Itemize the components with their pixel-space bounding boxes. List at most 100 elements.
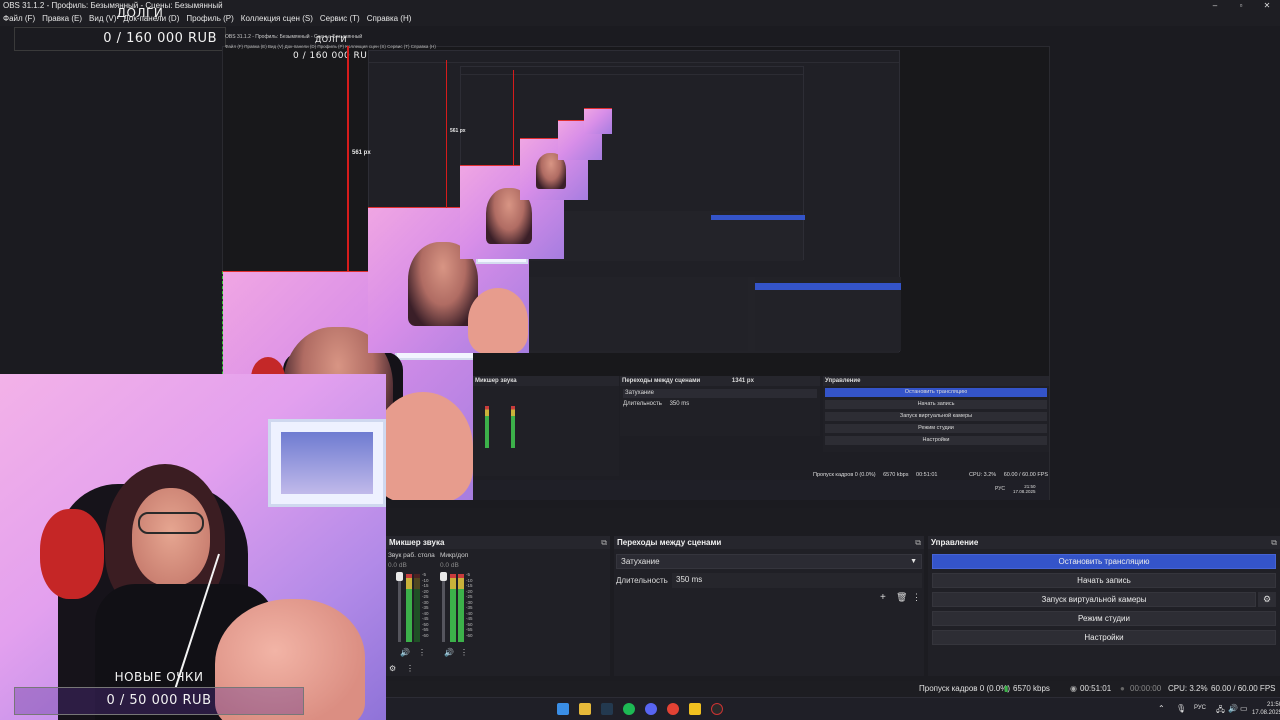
undock-icon[interactable]: ⧉ (915, 536, 921, 549)
menu-tools[interactable]: Сервис (T) (320, 12, 360, 26)
volume-icon[interactable]: 🔊 (1228, 704, 1238, 713)
dropped-frames: Пропуск кадров 0 (0.0%) (919, 684, 1011, 693)
nested-status: Пропуск кадров 0 (0.0%) 6570 kbps 00:51:… (813, 472, 1049, 478)
status-bar: Пропуск кадров 0 (0.0%) ▮ 6570 kbps ◉ 00… (386, 681, 1280, 697)
goal-widget-top: ДОЛГИ (14, 6, 226, 20)
start-record-button[interactable]: Начать запись (932, 573, 1276, 588)
nested-btn-record: Начать запись (825, 400, 1047, 409)
add-icon[interactable]: + (880, 592, 886, 603)
channel-menu-icon[interactable]: ⋮ (460, 648, 468, 657)
microphone-icon[interactable]: 🎙 (1176, 704, 1186, 713)
webcam-source[interactable] (0, 374, 386, 720)
menu-help[interactable]: Справка (H) (367, 12, 412, 26)
plush-toy (40, 509, 104, 599)
chevron-down-icon: ▼ (910, 558, 917, 565)
speaker-icon[interactable]: 🔊 (444, 648, 454, 657)
close-button[interactable]: ✕ (1254, 0, 1280, 12)
volume-fader[interactable] (442, 574, 445, 642)
fps: 60.00 / 60.00 FPS (1211, 684, 1276, 693)
nested-btn-stop: Остановить трансляцию (825, 388, 1047, 397)
undock-icon[interactable]: ⧉ (1271, 536, 1277, 549)
duration-row: Длительность 350 ms (616, 573, 922, 588)
channel-db: 0.0 dB (440, 562, 459, 569)
virtual-camera-button[interactable]: Запуск виртуальной камеры (932, 592, 1256, 607)
nested-fade: Затухание (623, 389, 817, 398)
nested-dock: Микшер звука Переходы между сценами 1341… (473, 376, 1049, 500)
nested-duration: 350 ms (669, 401, 690, 407)
nested-mixer-title: Микшер звука (473, 376, 619, 386)
nested-btn-settings: Настройки (825, 436, 1047, 445)
window-controls: – ▫ ✕ (1202, 0, 1280, 12)
virtual-camera-settings-icon[interactable]: ⚙ (1258, 592, 1276, 607)
docks-area: Микшер звука ⧉ Звук раб. стола 0.0 dB -5… (386, 508, 1280, 681)
goal-bar-bottom: 0 / 50 000 RUB (14, 687, 304, 715)
mixer-dock: Микшер звука ⧉ Звук раб. стола 0.0 dB -5… (386, 536, 610, 676)
mixer-settings-icon[interactable]: ⚙ (389, 664, 396, 673)
controls-header: Управление ⧉ (928, 536, 1280, 549)
audio-meter-right (414, 574, 420, 642)
goal-title: НОВЫЕ ОЧКИ (114, 670, 204, 684)
stream-icon: ◉ (1070, 684, 1077, 693)
network-icon[interactable]: 🖧 (1216, 704, 1225, 718)
spotify-icon[interactable] (623, 703, 635, 715)
channel-name: Микр/доп (440, 552, 469, 559)
minimize-button[interactable]: – (1202, 0, 1228, 12)
nested-webcam-6 (584, 108, 612, 134)
duration-input[interactable]: 350 ms (672, 573, 922, 588)
volume-fader[interactable] (398, 574, 401, 642)
nested-size-label: 1341 px (731, 378, 754, 384)
nested-btn-vcam: Запуск виртуальной камеры (825, 412, 1047, 421)
record-icon: ● (1120, 684, 1125, 693)
clock-time: 21:50 (1267, 702, 1280, 708)
channel-menu-icon[interactable]: ⋮ (418, 648, 426, 657)
stop-stream-button[interactable]: Остановить трансляцию (932, 554, 1276, 569)
bitrate: 6570 kbps (1013, 684, 1050, 693)
steam-icon[interactable] (601, 703, 613, 715)
maximize-button[interactable]: ▫ (1228, 0, 1254, 12)
mixer-header: Микшер звука ⧉ (386, 536, 610, 549)
trash-icon[interactable]: 🗑 (896, 592, 907, 603)
goal-title: ДОЛГИ (116, 6, 164, 20)
nested-taskbar: 21:50 17.08.2025 РУС (473, 480, 1049, 500)
audio-meter (406, 574, 412, 642)
stream-time: 00:51:01 (1080, 684, 1112, 693)
nested-controls-title: Управление (823, 376, 1049, 386)
measure-line-3 (513, 70, 514, 165)
battery-icon[interactable]: ▭ (1240, 704, 1248, 713)
fader-knob[interactable] (440, 572, 447, 581)
transition-select[interactable]: Затухание ▼ (616, 554, 922, 569)
bitrate-icon: ▮ (1004, 684, 1009, 693)
settings-button[interactable]: Настройки (932, 630, 1276, 645)
transitions-dock: Переходы между сценами ⧉ Затухание ▼ Дли… (614, 536, 924, 676)
controls-dock: Управление ⧉ Остановить трансляцию Начат… (928, 536, 1280, 676)
channel-db: 0.0 dB (388, 562, 407, 569)
more-icon[interactable]: ⋮ (912, 592, 921, 603)
fader-knob[interactable] (396, 572, 403, 581)
speaker-icon[interactable]: 🔊 (400, 648, 410, 657)
meter-scale: -5 -10 -15 -20 -25 -30 -35 -40 -45 -50 -55 -60 (422, 572, 429, 638)
mixer-menu-icon[interactable]: ⋮ (406, 664, 414, 673)
discord-icon[interactable] (645, 703, 657, 715)
nested-menu: Файл (F) Правка (E) Вид (V) Док-панели (… (225, 44, 436, 49)
obs-icon[interactable] (711, 703, 723, 715)
goal-amount: 0 / 50 000 RUB (106, 693, 212, 708)
chevron-up-icon[interactable]: ⌃ (1158, 704, 1165, 713)
mixer-channel-desktop: Звук раб. стола 0.0 dB -5 -10 -15 -20 -25 -30… (388, 552, 440, 670)
undock-icon[interactable]: ⧉ (601, 536, 607, 549)
measure-line-1 (347, 46, 349, 271)
nested-goal-amount: 0 / 160 000 RUB (293, 51, 375, 61)
nested-goal-title: ДОЛГИ (315, 35, 347, 44)
menu-scene-collection[interactable]: Коллекция сцен (S) (241, 12, 313, 26)
goal-bar-top: 0 / 160 000 RUB (14, 27, 226, 51)
studio-mode-button[interactable]: Режим студии (932, 611, 1276, 626)
clock[interactable]: 21:50 17.08.2025 (1252, 701, 1280, 717)
bars-app-icon[interactable] (689, 703, 701, 715)
windows-start-icon[interactable] (557, 703, 569, 715)
measure-label-2: 561 px (450, 128, 466, 134)
taskbar: ⌃ 🎙 РУС 🖧 🔊 ▭ 21:50 17.08.2025 (386, 697, 1280, 720)
language-indicator[interactable]: РУС (1194, 705, 1206, 711)
chrome-icon[interactable] (667, 703, 679, 715)
folder-icon[interactable] (579, 703, 591, 715)
nested-transitions-title: Переходы между сценами (622, 378, 701, 384)
goal-widget-bottom: НОВЫЕ ОЧКИ (14, 670, 304, 684)
